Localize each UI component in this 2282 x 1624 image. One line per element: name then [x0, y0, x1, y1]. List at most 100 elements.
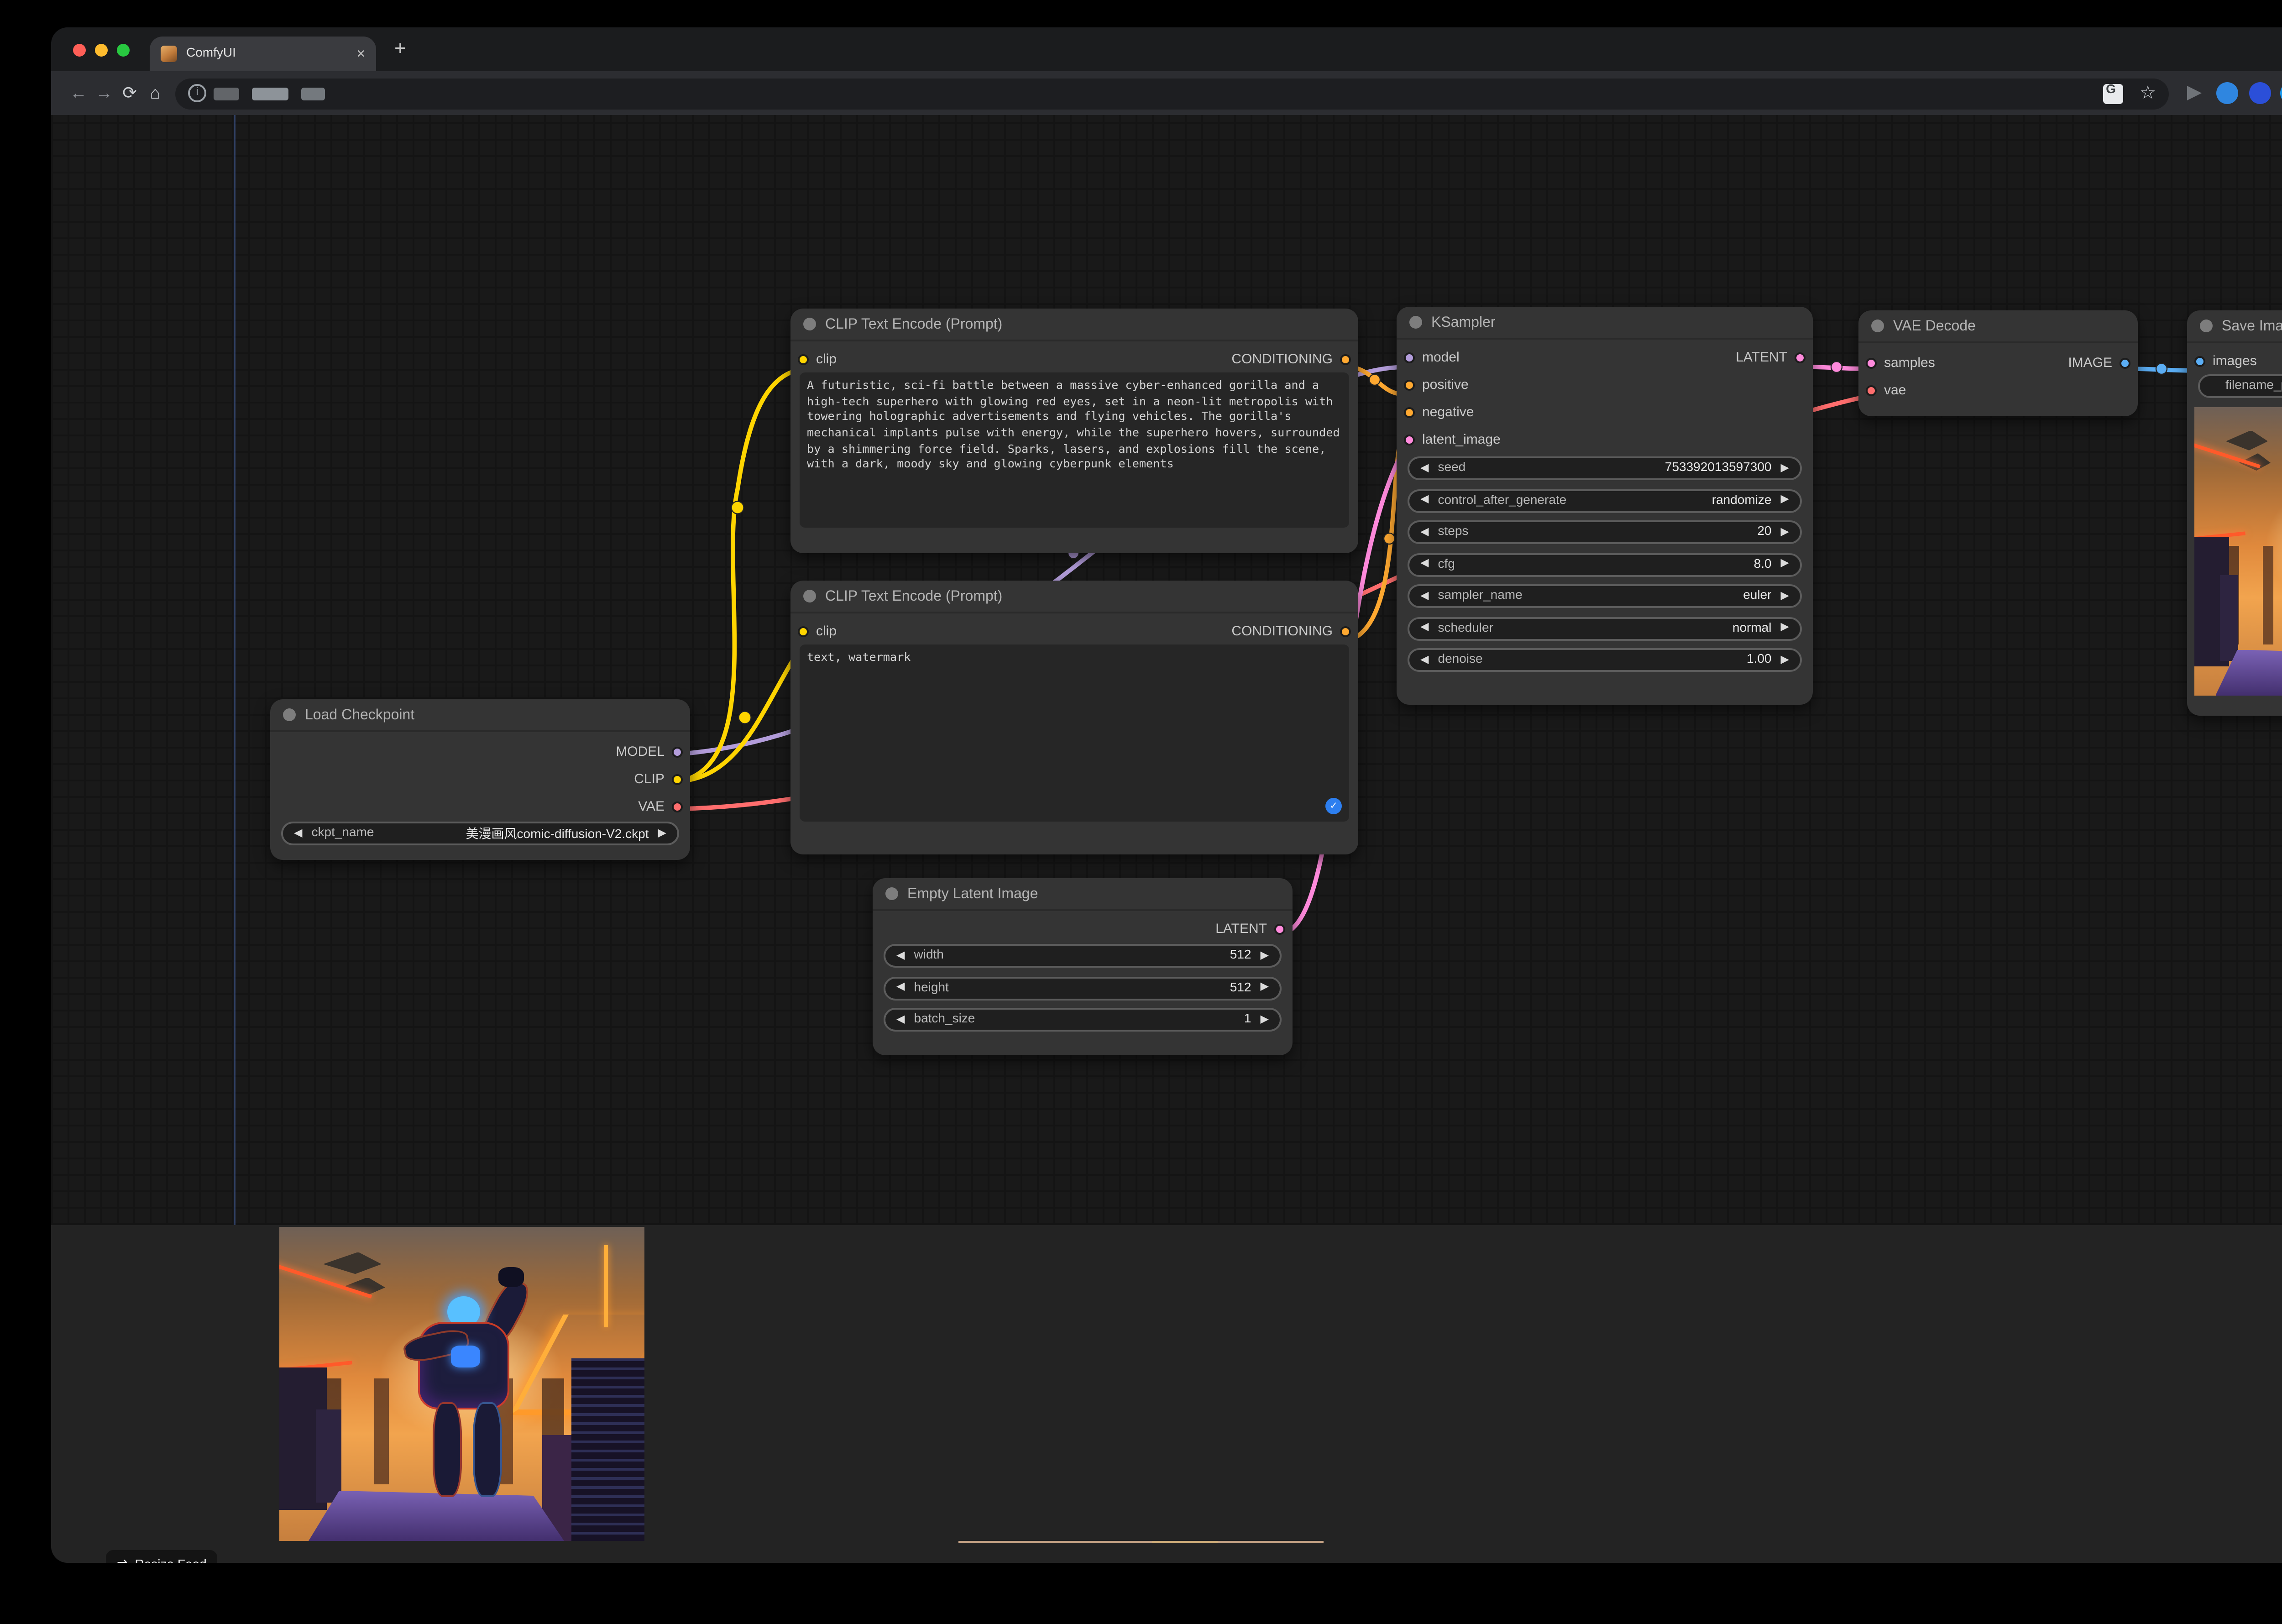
- prompt-textarea[interactable]: A futuristic, sci-fi battle between a ma…: [800, 372, 1349, 528]
- widget-seed[interactable]: ◀ seed 753392013597300 ▶: [1408, 456, 1802, 480]
- widget-ckpt-name[interactable]: ◀ ckpt_name 美漫画风comic-diffusion-V2.ckpt …: [281, 822, 679, 845]
- widget-right-arrow-icon[interactable]: ▶: [1261, 982, 1269, 993]
- input-port-vae[interactable]: [1866, 384, 1877, 395]
- widget-left-arrow-icon[interactable]: ◀: [896, 1014, 905, 1025]
- node-header[interactable]: Load Checkpoint: [270, 699, 690, 732]
- resize-feed-button[interactable]: ⇄ Resize Feed: [106, 1550, 218, 1563]
- widget-sampler-name[interactable]: ◀ sampler_name euler ▶: [1408, 584, 1802, 608]
- node-title: Load Checkpoint: [305, 707, 414, 723]
- blue-drop-extension-icon[interactable]: [2216, 82, 2238, 104]
- widget-right-arrow-icon[interactable]: ▶: [1781, 559, 1790, 570]
- widget-filename-prefix[interactable]: filename_prefix ComfyUI: [2198, 374, 2282, 398]
- widget-right-arrow-icon[interactable]: ▶: [658, 828, 667, 839]
- minimize-window-button[interactable]: [95, 43, 108, 56]
- collapse-dot-icon[interactable]: [283, 708, 296, 721]
- input-label-images: images: [2213, 352, 2257, 369]
- widget-right-arrow-icon[interactable]: ▶: [1781, 527, 1790, 538]
- output-port-vae[interactable]: [672, 801, 683, 812]
- widget-left-arrow-icon[interactable]: ◀: [896, 982, 905, 993]
- node-header[interactable]: CLIP Text Encode (Prompt): [790, 581, 1358, 613]
- widget-right-arrow-icon[interactable]: ▶: [1781, 463, 1790, 474]
- output-port-conditioning[interactable]: [1340, 353, 1351, 364]
- widget-batch-size[interactable]: ◀ batch_size 1 ▶: [884, 1008, 1282, 1032]
- tab-comfyui[interactable]: ComfyUI ×: [150, 37, 376, 71]
- spellcheck-badge-icon[interactable]: ✓: [1325, 798, 1342, 814]
- collapse-dot-icon[interactable]: [803, 318, 816, 330]
- widget-steps[interactable]: ◀ steps 20 ▶: [1408, 520, 1802, 544]
- url-redacted-block: [252, 87, 288, 100]
- back-icon[interactable]: ←: [66, 83, 91, 103]
- widget-name: sampler_name: [1438, 590, 1523, 602]
- input-port-latent-image[interactable]: [1404, 434, 1415, 445]
- widget-left-arrow-icon[interactable]: ◀: [1420, 527, 1429, 538]
- collapse-dot-icon[interactable]: [803, 590, 816, 602]
- widget-left-arrow-icon[interactable]: ◀: [294, 828, 303, 839]
- widget-height[interactable]: ◀ height 512 ▶: [884, 976, 1282, 1000]
- node-header[interactable]: Empty Latent Image: [873, 878, 1293, 911]
- widget-left-arrow-icon[interactable]: ◀: [1420, 495, 1429, 506]
- widget-left-arrow-icon[interactable]: ◀: [1420, 559, 1429, 570]
- widget-right-arrow-icon[interactable]: ▶: [1781, 655, 1790, 665]
- output-port-conditioning[interactable]: [1340, 625, 1351, 636]
- node-header[interactable]: Save Image: [2187, 310, 2282, 343]
- address-bar[interactable]: i ☆: [175, 78, 2169, 109]
- node-vae-decode[interactable]: VAE Decode samples IMAGE vae: [1858, 310, 2138, 416]
- node-header[interactable]: VAE Decode: [1858, 310, 2138, 343]
- output-port-image[interactable]: [2120, 357, 2130, 368]
- input-port-negative[interactable]: [1404, 406, 1415, 417]
- blue-s-extension-icon[interactable]: [2248, 82, 2270, 104]
- widget-right-arrow-icon[interactable]: ▶: [1781, 495, 1790, 506]
- widget-right-arrow-icon[interactable]: ▶: [1261, 950, 1269, 961]
- output-port-latent[interactable]: [1795, 351, 1806, 362]
- input-port-model[interactable]: [1404, 351, 1415, 362]
- widget-left-arrow-icon[interactable]: ◀: [896, 950, 905, 961]
- tab-close-icon[interactable]: ×: [356, 47, 365, 61]
- node-clip-text-encode-negative[interactable]: CLIP Text Encode (Prompt) clip CONDITION…: [790, 581, 1358, 854]
- node-graph-canvas[interactable]: Load Checkpoint MODEL CLIP VAE ◀ ckpt_na…: [51, 115, 2282, 1225]
- widget-right-arrow-icon[interactable]: ▶: [1261, 1014, 1269, 1025]
- forward-icon[interactable]: →: [91, 83, 117, 103]
- output-port-clip[interactable]: [672, 773, 683, 784]
- widget-right-arrow-icon[interactable]: ▶: [1781, 623, 1790, 634]
- widget-cfg[interactable]: ◀ cfg 8.0 ▶: [1408, 552, 1802, 576]
- input-port-positive[interactable]: [1404, 379, 1415, 390]
- collapse-dot-icon[interactable]: [2200, 320, 2213, 332]
- widget-denoise[interactable]: ◀ denoise 1.00 ▶: [1408, 648, 1802, 672]
- reload-icon[interactable]: ⟳: [117, 83, 142, 103]
- output-port-latent[interactable]: [1274, 923, 1285, 934]
- home-icon[interactable]: ⌂: [142, 83, 168, 103]
- node-header[interactable]: CLIP Text Encode (Prompt): [790, 309, 1358, 341]
- node-ksampler[interactable]: KSampler model LATENT positive negative …: [1397, 307, 1813, 705]
- widget-left-arrow-icon[interactable]: ◀: [1420, 655, 1429, 665]
- feed-image-superhero[interactable]: [279, 1227, 644, 1541]
- prompt-textarea[interactable]: text, watermark ✓: [800, 644, 1349, 822]
- input-port-images[interactable]: [2194, 355, 2205, 366]
- widget-scheduler[interactable]: ◀ scheduler normal ▶: [1408, 616, 1802, 640]
- input-port-samples[interactable]: [1866, 357, 1877, 368]
- node-load-checkpoint[interactable]: Load Checkpoint MODEL CLIP VAE ◀ ckpt_na…: [270, 699, 690, 860]
- send-icon[interactable]: [2187, 86, 2202, 100]
- save-image-preview[interactable]: [2194, 407, 2282, 696]
- output-port-model[interactable]: [672, 746, 683, 757]
- new-tab-button[interactable]: +: [394, 38, 406, 60]
- collapse-dot-icon[interactable]: [885, 887, 898, 900]
- widget-left-arrow-icon[interactable]: ◀: [1420, 463, 1429, 474]
- collapse-dot-icon[interactable]: [1409, 316, 1422, 329]
- close-window-button[interactable]: [73, 43, 86, 56]
- node-header[interactable]: KSampler: [1397, 307, 1813, 340]
- widget-right-arrow-icon[interactable]: ▶: [1781, 591, 1790, 602]
- node-clip-text-encode-positive[interactable]: CLIP Text Encode (Prompt) clip CONDITION…: [790, 309, 1358, 553]
- widget-left-arrow-icon[interactable]: ◀: [1420, 591, 1429, 602]
- bookmark-star-icon[interactable]: ☆: [2140, 83, 2156, 103]
- node-empty-latent-image[interactable]: Empty Latent Image LATENT ◀ width 512 ▶: [873, 878, 1293, 1055]
- widget-width[interactable]: ◀ width 512 ▶: [884, 944, 1282, 968]
- input-port-clip[interactable]: [798, 625, 809, 636]
- zoom-window-button[interactable]: [117, 43, 130, 56]
- widget-left-arrow-icon[interactable]: ◀: [1420, 623, 1429, 634]
- collapse-dot-icon[interactable]: [1871, 320, 1884, 332]
- site-info-icon[interactable]: i: [188, 84, 206, 102]
- node-save-image[interactable]: Save Image images filename_prefix ComfyU…: [2187, 310, 2282, 716]
- translate-icon[interactable]: [2103, 83, 2123, 103]
- widget-control-after-generate[interactable]: ◀ control_after_generate randomize ▶: [1408, 488, 1802, 512]
- input-port-clip[interactable]: [798, 353, 809, 364]
